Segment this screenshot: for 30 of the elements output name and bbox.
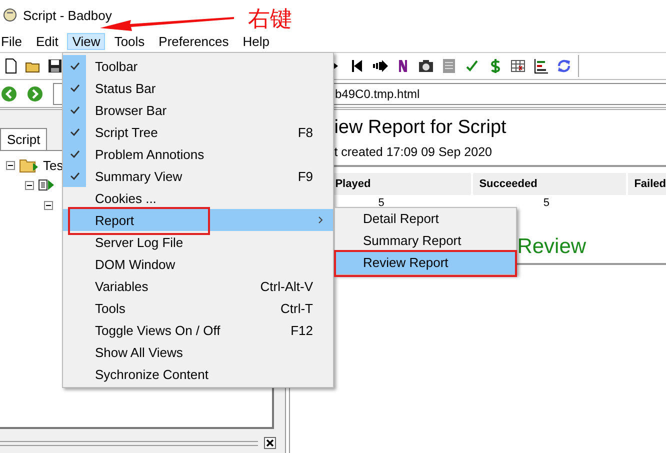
menu-item[interactable]: Review Report (336, 252, 515, 274)
menu-item[interactable]: File (0, 32, 27, 50)
menu-item[interactable]: Edit (30, 32, 64, 50)
annotation-text: 右键 (248, 6, 292, 34)
menu-item[interactable]: Summary Report (336, 230, 515, 252)
column-header: Failed (628, 173, 666, 195)
column-header: Succeeded (473, 173, 626, 195)
window-title: Script - Badboy (23, 8, 112, 22)
menu-item[interactable]: Help (238, 32, 275, 50)
menu-item[interactable]: Toggle Views On / Off F12 (63, 319, 333, 341)
table-cell: 5 (543, 197, 550, 209)
menu-item[interactable]: Script Tree F8 (63, 121, 333, 143)
menu-item[interactable]: Tools Ctrl-T (63, 297, 333, 319)
table-cell: 5 (378, 197, 384, 209)
menu-item[interactable]: Variables Ctrl-Alt-V (63, 275, 333, 297)
menu-item[interactable]: Toolbar (63, 55, 333, 77)
menu-item[interactable]: DOM Window (63, 253, 333, 275)
menu-item[interactable]: Sychronize Content (63, 363, 333, 385)
menu-item[interactable]: Show All Views (63, 341, 333, 363)
menu-item[interactable]: Problem Annotions (63, 143, 333, 165)
tree-node-label[interactable]: Tes (43, 158, 64, 172)
menu-item[interactable]: Tools (109, 32, 150, 50)
menu-item[interactable]: View (67, 32, 106, 50)
report-subtitle: t created 17:09 09 Sep 2020 (334, 144, 492, 161)
report-title: iew Report for Script (334, 116, 506, 139)
script-tab[interactable]: Script (0, 128, 48, 150)
review-heading: Review (517, 234, 586, 259)
menu-item[interactable]: Server Log File (63, 231, 333, 253)
menu-item[interactable]: Detail Report (336, 208, 515, 230)
menu-item[interactable]: Preferences (154, 32, 234, 50)
